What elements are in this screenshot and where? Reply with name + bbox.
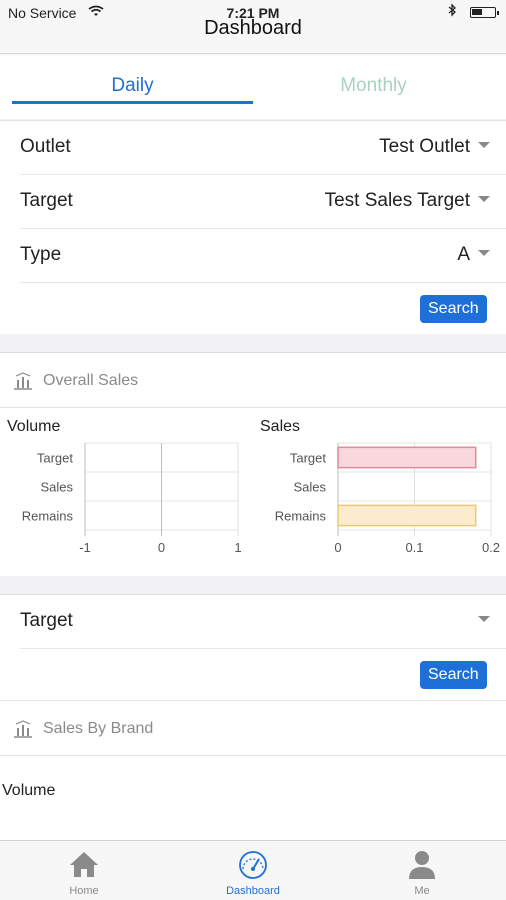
target-label: Target	[20, 190, 73, 211]
person-icon	[409, 851, 435, 879]
status-bar: No Service 7:21 PM	[0, 0, 506, 22]
y-tick-label: Sales	[293, 480, 326, 495]
outlet-select[interactable]: Test Outlet	[379, 136, 490, 158]
period-tabs: Daily Monthly	[0, 55, 506, 119]
y-tick-label: Target	[290, 451, 327, 466]
overall-sales-title: Overall Sales	[43, 372, 139, 389]
brand-target-select[interactable]	[470, 610, 490, 632]
brand-search-button[interactable]: Search	[420, 661, 487, 689]
sales-chart: 0 0.1 0.2 Target Sales Remains	[275, 442, 500, 555]
type-value: A	[457, 244, 470, 265]
tabbar-home-label: Home	[69, 885, 99, 897]
bar-remains	[337, 504, 477, 527]
outlet-row[interactable]: Outlet Test Outlet	[20, 121, 506, 175]
brand-target-label: Target	[20, 610, 73, 631]
bar-target	[337, 446, 477, 469]
tab-monthly[interactable]: Monthly	[253, 55, 494, 119]
x-tick-label: 0	[334, 540, 341, 555]
y-tick-label: Remains	[275, 509, 327, 524]
sales-by-brand-header: Sales By Brand	[0, 700, 506, 756]
tabbar-home[interactable]: Home	[0, 841, 168, 900]
target-select[interactable]: Test Sales Target	[325, 190, 490, 212]
type-label: Type	[20, 244, 62, 265]
filter-panel: Outlet Test Outlet Target Test Sales Tar…	[0, 120, 506, 334]
home-icon	[70, 852, 98, 877]
brand-volume-title: Volume	[2, 782, 56, 799]
tab-daily[interactable]: Daily	[12, 55, 253, 119]
brand-target-row[interactable]: Target	[20, 595, 506, 649]
x-tick-label: 1	[234, 540, 241, 555]
tabbar-me[interactable]: Me	[338, 841, 506, 900]
tab-bar: Home Dashboard Me	[0, 840, 506, 900]
x-tick-label: -1	[79, 540, 91, 555]
sales-by-brand-title: Sales By Brand	[43, 720, 154, 737]
tabbar-me-label: Me	[414, 885, 430, 897]
y-tick-label: Target	[37, 451, 74, 466]
volume-chart: -1 0 1 Target Sales Remains	[22, 442, 242, 555]
dashboard-icon	[239, 851, 267, 879]
overall-sales-charts: Volume Sales -1 0 1 Target Sales Remains 0 0.1…	[0, 408, 506, 576]
chevron-down-icon	[478, 250, 490, 256]
x-tick-label: 0	[158, 540, 165, 555]
bluetooth-icon	[448, 3, 457, 20]
bar-chart-icon	[13, 372, 33, 395]
bar-chart-icon	[13, 720, 33, 743]
overall-sales-header: Overall Sales	[0, 352, 506, 408]
tabbar-dashboard[interactable]: Dashboard	[169, 841, 337, 900]
battery-icon	[470, 7, 499, 18]
type-select[interactable]: A	[457, 244, 490, 266]
y-tick-label: Sales	[40, 480, 73, 495]
outlet-value: Test Outlet	[379, 136, 470, 157]
chevron-down-icon	[478, 616, 490, 622]
y-tick-label: Remains	[22, 509, 74, 524]
tabbar-dashboard-label: Dashboard	[226, 885, 280, 897]
x-tick-label: 0.1	[405, 540, 423, 555]
chevron-down-icon	[478, 142, 490, 148]
brand-filter-panel: Target Search	[0, 594, 506, 702]
chevron-down-icon	[478, 196, 490, 202]
type-row[interactable]: Type A	[20, 229, 506, 283]
target-value: Test Sales Target	[324, 190, 470, 211]
clock: 7:21 PM	[226, 5, 280, 21]
x-tick-label: 0.2	[482, 540, 500, 555]
outlet-label: Outlet	[20, 136, 71, 157]
search-button[interactable]: Search	[420, 295, 487, 323]
brand-volume-chart: Volume	[0, 756, 506, 840]
target-row[interactable]: Target Test Sales Target	[20, 175, 506, 229]
